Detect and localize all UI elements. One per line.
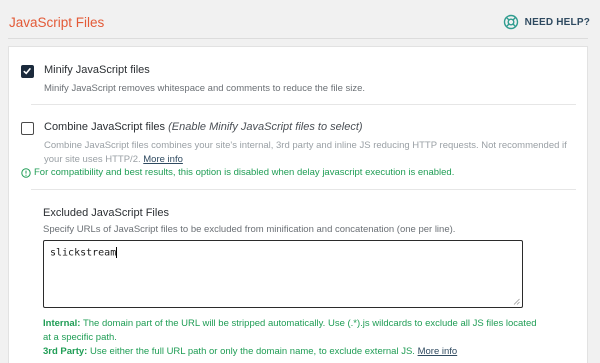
compatibility-notice: For compatibility and best results, this… xyxy=(21,167,454,178)
settings-panel: Minify JavaScript files Minify JavaScrip… xyxy=(8,46,588,363)
checkmark-icon xyxy=(23,67,32,75)
page-title: JavaScript Files xyxy=(9,14,105,30)
header-divider xyxy=(8,38,588,39)
combine-label[interactable]: Combine JavaScript files (Enable Minify … xyxy=(44,121,363,133)
third-party-more-info-link[interactable]: More info xyxy=(418,346,458,357)
third-party-help-label: 3rd Party: xyxy=(43,346,88,357)
excluded-js-title: Excluded JavaScript Files xyxy=(43,207,169,219)
third-party-help-text: Use either the full URL path or only the… xyxy=(90,346,415,357)
need-help-button[interactable]: NEED HELP? xyxy=(503,14,590,30)
combine-label-note: (Enable Minify JavaScript files to selec… xyxy=(168,121,363,133)
excluded-js-value: slickstream xyxy=(50,247,117,259)
combine-checkbox[interactable] xyxy=(21,122,34,135)
resize-grip-icon[interactable] xyxy=(513,298,520,305)
combine-label-text: Combine JavaScript files xyxy=(44,121,166,133)
need-help-label: NEED HELP? xyxy=(524,16,590,28)
lifebuoy-icon xyxy=(503,14,518,30)
minify-label[interactable]: Minify JavaScript files xyxy=(44,64,150,76)
divider xyxy=(31,189,576,190)
internal-help: Internal: The domain part of the URL wil… xyxy=(43,317,543,345)
text-caret xyxy=(116,247,118,258)
minify-description: Minify JavaScript removes whitespace and… xyxy=(44,83,366,94)
excluded-js-section: Excluded JavaScript Files Specify URLs o… xyxy=(43,207,533,235)
compatibility-notice-text: For compatibility and best results, this… xyxy=(34,167,455,178)
third-party-help: 3rd Party: Use either the full URL path … xyxy=(43,345,543,359)
excluded-js-description: Specify URLs of JavaScript files to be e… xyxy=(43,224,456,235)
divider xyxy=(31,104,576,105)
info-circle-icon xyxy=(21,167,31,178)
minify-checkbox[interactable] xyxy=(21,65,34,78)
combine-more-info-link[interactable]: More info xyxy=(143,154,183,165)
internal-help-text: The domain part of the URL will be strip… xyxy=(43,318,537,343)
internal-help-label: Internal: xyxy=(43,318,81,329)
excluded-js-textarea[interactable]: slickstream xyxy=(43,240,523,308)
excluded-js-help: Internal: The domain part of the URL wil… xyxy=(43,317,543,359)
combine-description: Combine JavaScript files combines your s… xyxy=(44,139,584,167)
combine-description-text: Combine JavaScript files combines your s… xyxy=(44,140,567,165)
